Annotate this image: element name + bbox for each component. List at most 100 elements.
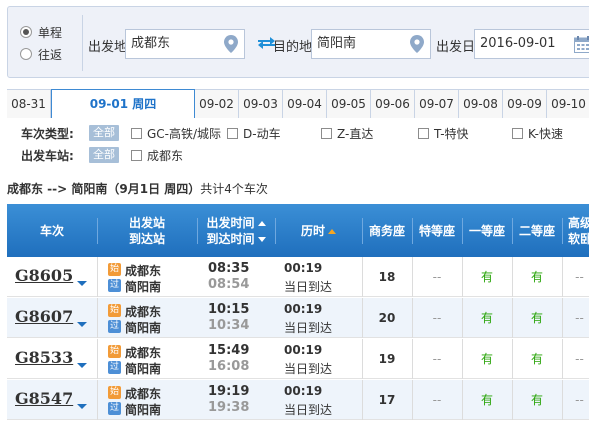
oneway-radio[interactable] xyxy=(20,26,32,38)
calendar-icon[interactable] xyxy=(574,36,589,53)
business-seat-count: 17 xyxy=(378,393,396,407)
col-train[interactable]: 车次 xyxy=(7,204,97,257)
date-tab[interactable]: 09-09 xyxy=(503,90,547,118)
location-pin-icon[interactable] xyxy=(224,35,238,53)
trip-type-roundtrip[interactable]: 往返 xyxy=(20,43,80,65)
station-all-button[interactable]: 全部 xyxy=(89,147,119,163)
filter-k[interactable]: K-快速 xyxy=(512,125,563,142)
checkbox[interactable] xyxy=(418,128,429,139)
first-class-availability: 有 xyxy=(480,270,493,284)
date-tabs: 08-31 09-01 周四 09-02 09-03 09-04 09-05 0… xyxy=(7,89,589,119)
arrival-time: 10:34 xyxy=(208,318,250,333)
duration: 00:19 xyxy=(284,384,323,398)
station-filter-title: 出发车站: xyxy=(21,148,74,163)
checkbox[interactable] xyxy=(227,128,238,139)
departure-time: 10:15 xyxy=(208,302,250,317)
filter-z[interactable]: Z-直达 xyxy=(321,125,373,142)
start-station-badge: 始 xyxy=(108,386,121,399)
checkbox[interactable] xyxy=(321,128,332,139)
train-number-link[interactable]: G8547 xyxy=(15,389,73,408)
business-seat-count: 20 xyxy=(378,311,396,325)
filter-station[interactable]: 成都东 xyxy=(131,147,183,164)
arrival-time: 16:08 xyxy=(208,359,250,374)
sort-up-icon[interactable] xyxy=(257,220,266,226)
col-high-label: 高级 xyxy=(568,215,589,230)
filter-t-label: T-特快 xyxy=(434,127,469,141)
date-tab[interactable]: 09-03 xyxy=(239,90,283,118)
chevron-down-icon[interactable] xyxy=(77,404,87,409)
second-class-availability: 有 xyxy=(530,311,543,325)
filter-t[interactable]: T-特快 xyxy=(418,125,469,142)
col-business: 商务座 xyxy=(362,204,412,257)
premium-seat-count: -- xyxy=(432,352,442,366)
date-tab[interactable]: 08-31 xyxy=(7,90,51,118)
table-row[interactable]: G8607 始 成都东 过 简阳南 10:15 10:34 00:19 当日到达… xyxy=(7,298,589,338)
arrival-station: 简阳南 xyxy=(125,403,162,417)
roundtrip-label: 往返 xyxy=(38,47,63,62)
train-number-link[interactable]: G8533 xyxy=(15,348,73,367)
filter-gc[interactable]: GC-高铁/城际 xyxy=(131,125,221,142)
arrival-day-note: 当日到达 xyxy=(284,280,333,294)
from-label: 出发地 xyxy=(88,40,128,55)
second-class-availability: 有 xyxy=(530,270,543,284)
departure-station: 成都东 xyxy=(125,346,162,360)
col-from-label: 出发站 xyxy=(128,215,165,230)
chevron-down-icon[interactable] xyxy=(77,322,87,327)
col-second: 二等座 xyxy=(512,204,562,257)
search-panel: 单程 往返 出发地 成都东 目的地 简阳南 出发日 2016-09-01 xyxy=(7,6,589,78)
date-tab[interactable]: 09-02 xyxy=(195,90,239,118)
col-times[interactable]: 出发时间 到达时间 xyxy=(197,204,275,257)
cell-divider xyxy=(97,257,98,297)
arrival-day-note: 当日到达 xyxy=(284,362,333,376)
date-input[interactable]: 2016-09-01 xyxy=(474,29,589,59)
cell-divider xyxy=(97,339,98,379)
table-row[interactable]: G8533 始 成都东 过 简阳南 15:49 16:08 00:19 当日到达… xyxy=(7,339,589,379)
departure-station: 成都东 xyxy=(125,305,162,319)
soft-sleeper-availability: -- xyxy=(575,352,584,366)
col-duration[interactable]: 历时 xyxy=(275,204,362,257)
from-station-input[interactable]: 成都东 xyxy=(125,29,245,59)
chevron-down-icon[interactable] xyxy=(77,281,87,286)
trip-type-group: 单程 往返 xyxy=(20,21,80,65)
departure-time: 19:19 xyxy=(208,384,250,399)
first-class-availability: 有 xyxy=(480,311,493,325)
summary-count: 共计4个车次 xyxy=(200,182,268,196)
trip-type-oneway[interactable]: 单程 xyxy=(20,21,80,43)
checkbox[interactable] xyxy=(131,128,142,139)
train-number-link[interactable]: G8607 xyxy=(15,307,73,326)
from-station-value: 成都东 xyxy=(131,36,171,51)
filter-d-label: D-动车 xyxy=(243,127,281,141)
roundtrip-radio[interactable] xyxy=(20,48,32,60)
start-station-badge: 始 xyxy=(108,304,121,317)
business-seat-count: 18 xyxy=(378,270,396,284)
filter-gc-label: GC-高铁/城际 xyxy=(147,127,222,141)
departure-station: 成都东 xyxy=(125,264,162,278)
table-row[interactable]: G8605 始 成都东 过 简阳南 08:35 08:54 00:19 当日到达… xyxy=(7,257,589,297)
checkbox[interactable] xyxy=(131,150,142,161)
duration: 00:19 xyxy=(284,261,323,275)
train-number-link[interactable]: G8605 xyxy=(15,266,73,285)
results-table-header: 车次 出发站 到达站 出发时间 到达时间 历时 商务座 特等座 一等座 二等座 … xyxy=(7,204,589,257)
filter-d[interactable]: D-动车 xyxy=(227,125,281,142)
date-tab[interactable]: 09-05 xyxy=(327,90,371,118)
start-station-badge: 始 xyxy=(108,263,121,276)
date-tab[interactable]: 09-10 xyxy=(547,90,589,118)
result-summary: 成都东 --> 简阳南（9月1日 周四）共计4个车次 xyxy=(7,180,268,197)
checkbox[interactable] xyxy=(512,128,523,139)
date-tab[interactable]: 09-04 xyxy=(283,90,327,118)
col-first-label: 一等座 xyxy=(468,223,505,238)
to-station-input[interactable]: 简阳南 xyxy=(311,29,431,59)
date-tab[interactable]: 09-08 xyxy=(459,90,503,118)
sort-up-icon[interactable] xyxy=(328,228,336,234)
date-tab-active[interactable]: 09-01 周四 xyxy=(51,89,195,119)
date-tab[interactable]: 09-07 xyxy=(415,90,459,118)
train-type-all-button[interactable]: 全部 xyxy=(89,125,119,141)
sort-down-icon[interactable] xyxy=(257,236,266,242)
table-row[interactable]: G8547 始 成都东 过 简阳南 19:19 19:38 00:19 当日到达… xyxy=(7,380,589,420)
col-to-label: 到达站 xyxy=(128,231,165,246)
date-tab[interactable]: 09-06 xyxy=(371,90,415,118)
departure-time: 15:49 xyxy=(208,343,250,358)
chevron-down-icon[interactable] xyxy=(77,363,87,368)
location-pin-icon[interactable] xyxy=(410,35,424,53)
filter-k-label: K-快速 xyxy=(528,127,563,141)
